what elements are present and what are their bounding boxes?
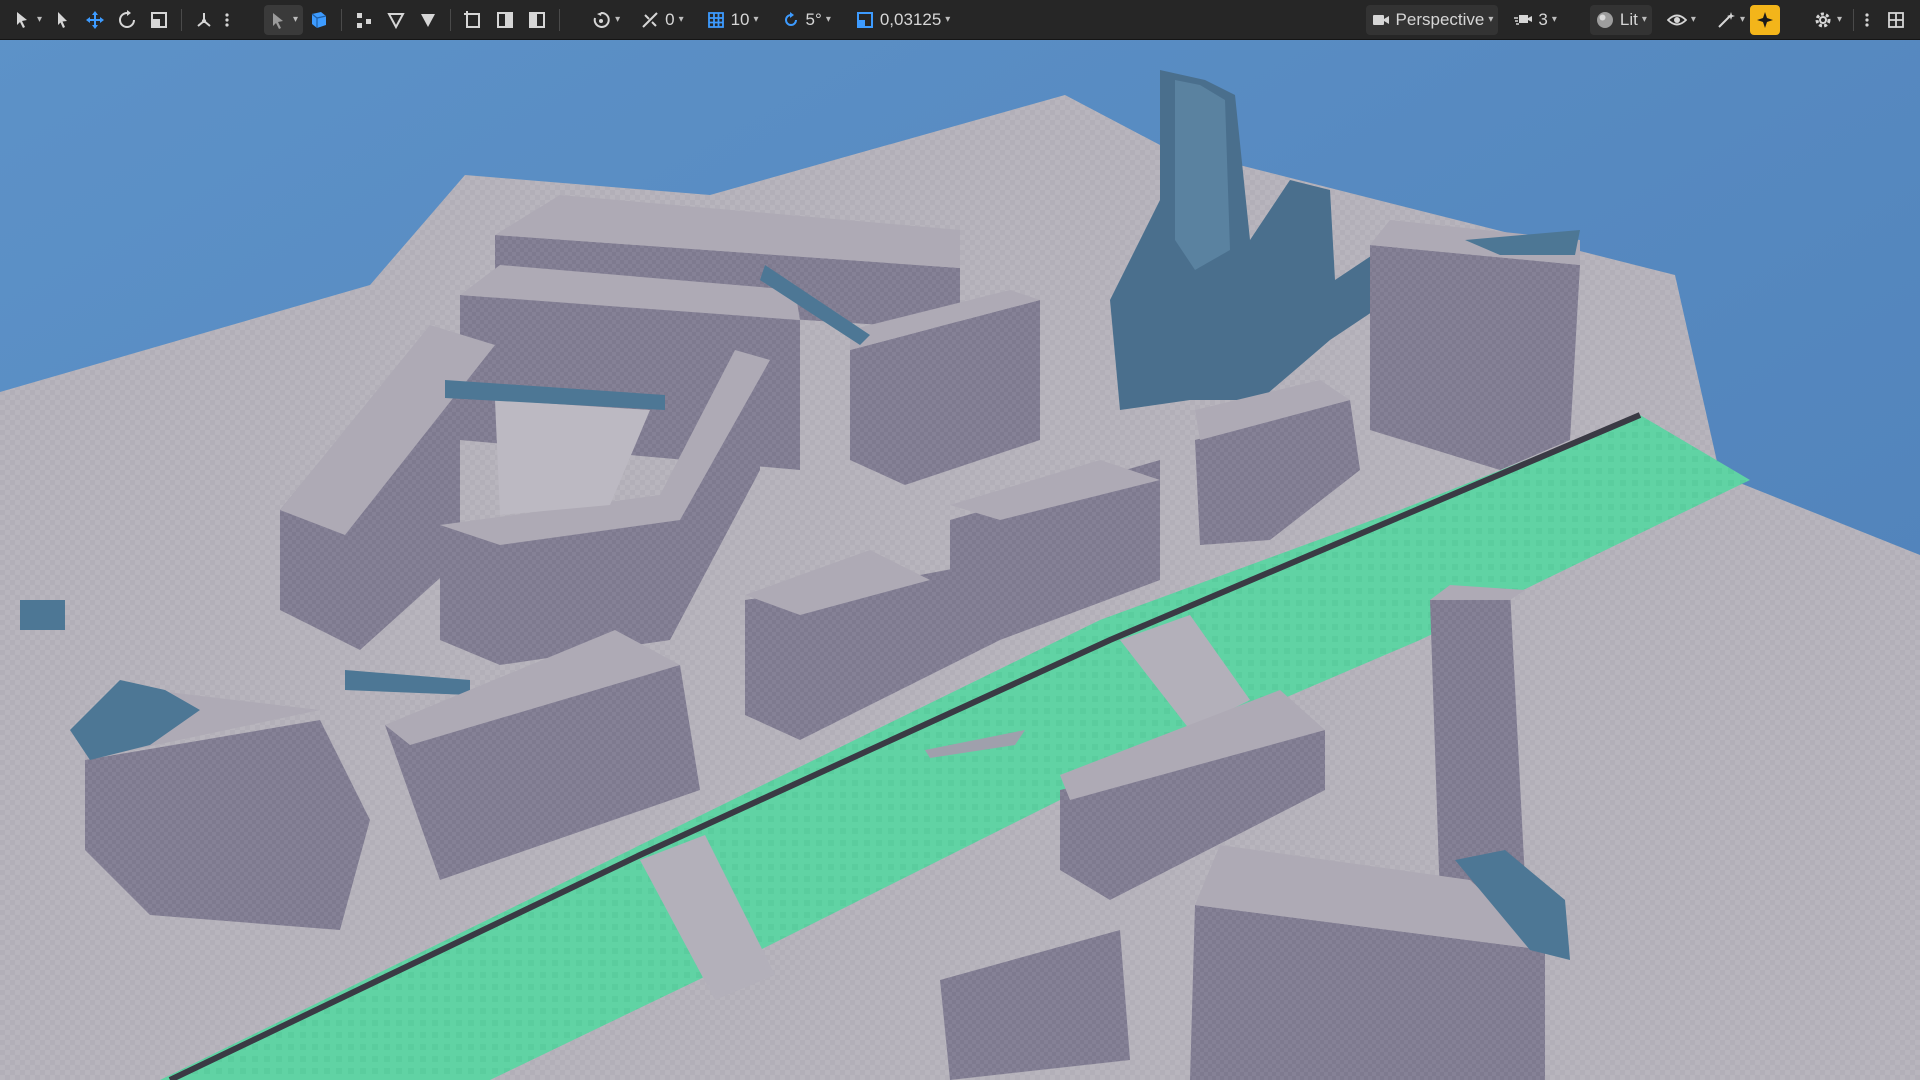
camera-speed-icon — [1514, 14, 1533, 25]
toolbar-separator — [341, 8, 343, 31]
chevron-down-icon: ▾ — [293, 14, 299, 25]
split-view-button[interactable] — [489, 5, 521, 35]
viewport-options-button[interactable] — [1860, 5, 1874, 35]
viewport-toolbar: ▾ ▾ ▾ 0 ▾ 10 ▾ 5° ▾ 0,03125 ▾ Perspectiv… — [0, 0, 1920, 40]
performance-dropdown[interactable]: ▾ — [1711, 5, 1750, 35]
show-flags-dropdown[interactable]: ▾ — [1662, 5, 1701, 35]
surface-snap-icon — [593, 11, 610, 28]
lighting-mode-dropdown[interactable]: Lit ▾ — [1589, 4, 1652, 35]
chevron-down-icon: ▾ — [753, 14, 759, 25]
kebab-menu-icon — [1865, 12, 1869, 27]
level-viewport[interactable] — [0, 0, 1920, 1080]
snapping-button[interactable] — [348, 5, 380, 35]
camera-speed-value: 3 — [1538, 9, 1548, 29]
triangle-outline-button[interactable] — [380, 5, 412, 35]
half-fill-button[interactable] — [521, 5, 553, 35]
eye-icon — [1666, 14, 1687, 25]
scale-tool-button[interactable] — [143, 5, 175, 35]
kebab-menu-icon — [225, 12, 229, 27]
triangle-filled-button[interactable] — [412, 5, 444, 35]
triangle-outline-icon — [387, 12, 405, 29]
chevron-down-icon: ▾ — [1551, 14, 1557, 25]
building-l-side[interactable] — [1430, 590, 1525, 900]
small-box-left[interactable] — [20, 600, 65, 630]
chevron-down-icon: ▾ — [1836, 14, 1842, 25]
toolbar-separator — [559, 8, 561, 31]
view-mode-label: Perspective — [1395, 9, 1485, 29]
select-tool-button[interactable] — [47, 5, 79, 35]
split-square-icon — [497, 11, 514, 28]
lit-sphere-icon — [1596, 11, 1613, 28]
viewport-settings-dropdown[interactable]: ▾ — [1808, 5, 1847, 35]
gear-icon — [1815, 12, 1831, 27]
grid-snap-dropdown[interactable]: 10 ▾ — [701, 5, 764, 35]
triangle-filled-icon — [421, 13, 436, 27]
rotation-snap-value: 5° — [805, 9, 822, 29]
snap-translate-icon — [642, 11, 658, 28]
chevron-down-icon: ▾ — [1739, 14, 1745, 25]
lighting-mode-label: Lit — [1619, 9, 1638, 29]
scale-icon — [151, 11, 168, 28]
cube-cursor-icon — [311, 11, 327, 28]
grid-icon — [707, 11, 724, 28]
layout-button[interactable] — [1880, 5, 1912, 35]
dots-grid-icon — [357, 12, 372, 28]
layout-grid-icon — [1888, 11, 1904, 28]
scene-render[interactable] — [0, 0, 1920, 1080]
select-cursor-icon — [273, 12, 284, 29]
toolbar-separator — [1853, 8, 1854, 31]
translate-tool-button[interactable] — [79, 5, 111, 35]
half-square-icon — [529, 11, 546, 28]
scale-snap-icon — [856, 11, 873, 28]
realtime-toggle-button[interactable] — [1749, 4, 1780, 35]
translate-snap-dropdown[interactable]: 0 ▾ — [635, 5, 689, 35]
surface-snapping-dropdown[interactable]: ▾ — [586, 5, 625, 35]
chevron-down-icon: ▾ — [1690, 14, 1696, 25]
select-mode-dropdown[interactable]: ▾ — [264, 4, 304, 35]
toolbar-separator — [181, 8, 183, 31]
camera-icon — [1372, 14, 1389, 25]
rotation-snap-icon — [784, 11, 797, 26]
tower-face — [1175, 80, 1230, 270]
chevron-down-icon: ▾ — [945, 14, 951, 25]
chevron-down-icon: ▾ — [825, 14, 831, 25]
chevron-down-icon: ▾ — [1488, 14, 1494, 25]
chevron-down-icon: ▾ — [615, 14, 621, 25]
translate-snap-value: 0 — [665, 9, 675, 29]
move-arrows-icon — [86, 10, 105, 29]
view-mode-dropdown[interactable]: Perspective ▾ — [1365, 4, 1499, 35]
chevron-down-icon: ▾ — [37, 14, 43, 25]
selection-mode-button[interactable]: ▾ — [8, 5, 47, 35]
chevron-down-icon: ▾ — [1641, 14, 1647, 25]
place-actor-button[interactable] — [303, 5, 335, 35]
rotate-tool-button[interactable] — [111, 5, 143, 35]
chevron-down-icon: ▾ — [678, 14, 684, 25]
arrow-cursor-icon — [58, 11, 68, 28]
outline-frame-button[interactable] — [457, 5, 489, 35]
camera-speed-dropdown[interactable]: 3 ▾ — [1508, 5, 1562, 35]
transform-gizmo-icon — [197, 12, 211, 27]
coordinate-system-button[interactable] — [188, 5, 220, 35]
rotate-icon — [119, 9, 136, 28]
magic-wand-icon — [1718, 11, 1735, 28]
toolbar-separator — [450, 8, 452, 31]
scale-snap-dropdown[interactable]: 0,03125 ▾ — [850, 5, 955, 35]
grid-size-value: 10 — [730, 9, 750, 29]
building-k-side[interactable] — [1370, 245, 1580, 470]
realtime-sparkle-icon — [1756, 11, 1773, 28]
more-options-button[interactable] — [220, 5, 234, 35]
scale-snap-value: 0,03125 — [879, 9, 942, 29]
rotation-snap-dropdown[interactable]: 5° ▾ — [776, 5, 836, 35]
cursor-select-icon — [17, 11, 27, 28]
frame-icon — [464, 10, 481, 28]
